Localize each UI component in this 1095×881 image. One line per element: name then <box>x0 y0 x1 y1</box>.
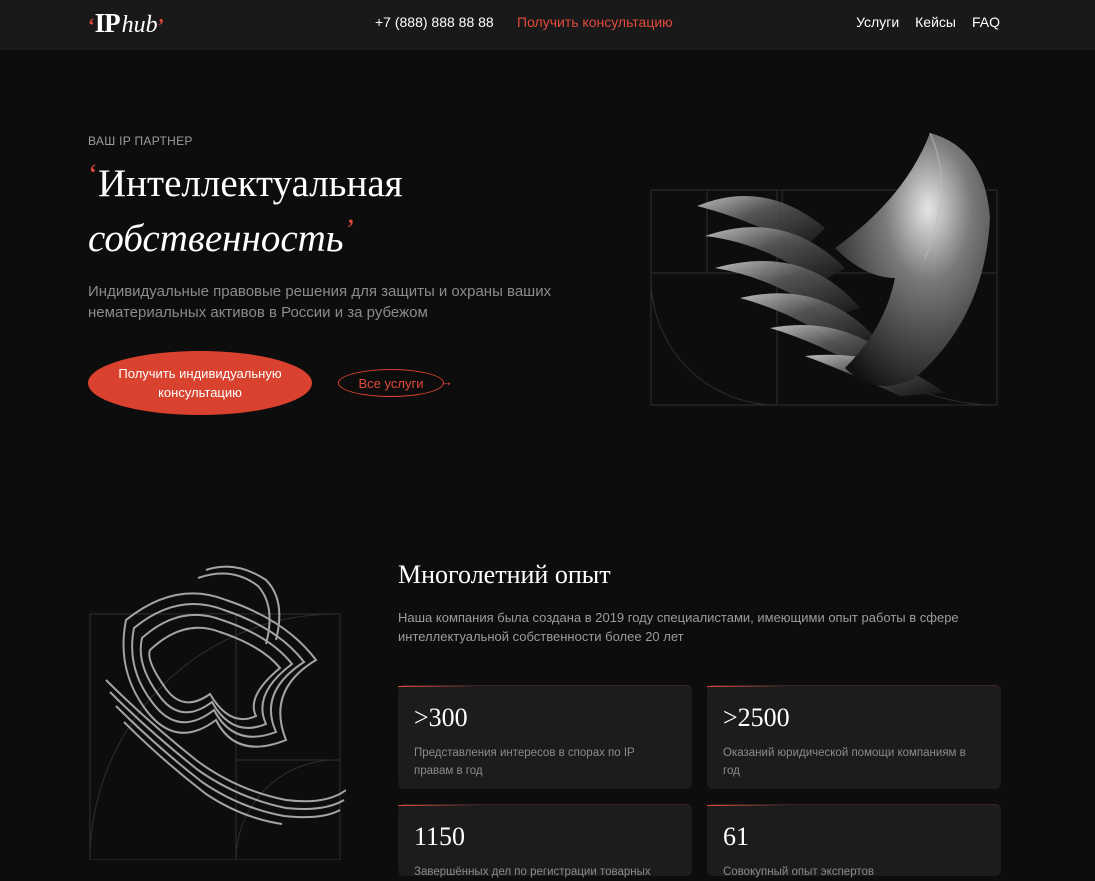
stat-value: 61 <box>723 822 749 851</box>
stat-label: Завершённых дел по регистрации товарных <box>414 866 651 878</box>
experience-sculpture-image <box>89 565 346 860</box>
logo-ip: IP <box>94 8 121 38</box>
cta-line2: консультацию <box>158 385 242 400</box>
logo-quote-mark-end: ’ <box>157 15 165 37</box>
title-quote-open: ‘ <box>88 158 98 191</box>
hero-description: Индивидуальные правовые решения для защи… <box>88 283 552 321</box>
hero-title: ‘Интеллектуальная собственность’ <box>88 158 568 268</box>
stat-value: 1150 <box>414 822 466 851</box>
experience-description: Наша компания была создана в 2019 году с… <box>398 610 959 644</box>
get-consultation-button[interactable]: Получить индивидуальную консультацию <box>88 351 312 415</box>
main-nav: Услуги Кейсы FAQ <box>856 14 1000 30</box>
title-quote-close: ’ <box>343 213 354 246</box>
hero-eyebrow: ВАШ IP ПАРТНЕР <box>88 134 193 148</box>
stat-card: >300 Представления интересов в спорах по… <box>398 685 692 789</box>
header-consultation-link[interactable]: Получить консультацию <box>517 14 673 30</box>
nav-item-faq[interactable]: FAQ <box>972 14 1000 30</box>
all-services-label: Все услуги <box>358 375 424 391</box>
hero-sculpture-image <box>650 132 998 406</box>
all-services-link[interactable]: Все услуги → <box>338 369 453 397</box>
site-header: ‘ IP hub ’ +7 (888) 888 88 88 Получить к… <box>0 0 1095 50</box>
stat-label: Оказаний юридической помощи компаниям в … <box>723 747 966 777</box>
nav-item-services[interactable]: Услуги <box>856 14 899 30</box>
logo-quote-mark: ‘ <box>88 15 95 37</box>
stat-value: >2500 <box>723 703 790 732</box>
phone-link[interactable]: +7 (888) 888 88 88 <box>375 14 494 30</box>
stat-card: 1150 Завершённых дел по регистрации това… <box>398 804 692 878</box>
nav-item-cases[interactable]: Кейсы <box>915 14 956 30</box>
cta-line1: Получить индивидуальную <box>118 366 282 381</box>
logo-hub: hub <box>121 12 158 38</box>
stat-label: Совокупный опыт экспертов <box>723 866 874 878</box>
hero-title-line1: Интеллектуальная <box>98 162 403 205</box>
stat-card: >2500 Оказаний юридической помощи компан… <box>707 685 1001 789</box>
experience-title: Многолетний опыт <box>398 560 611 589</box>
stat-label: Представления интересов в спорах по IP п… <box>414 747 635 777</box>
stat-card: 61 Совокупный опыт экспертов <box>707 804 1001 878</box>
stat-value: >300 <box>414 703 468 732</box>
arrow-right-icon: → <box>440 374 453 389</box>
logo[interactable]: ‘ IP hub ’ <box>88 8 164 40</box>
hero-title-line2: собственность <box>88 217 344 260</box>
